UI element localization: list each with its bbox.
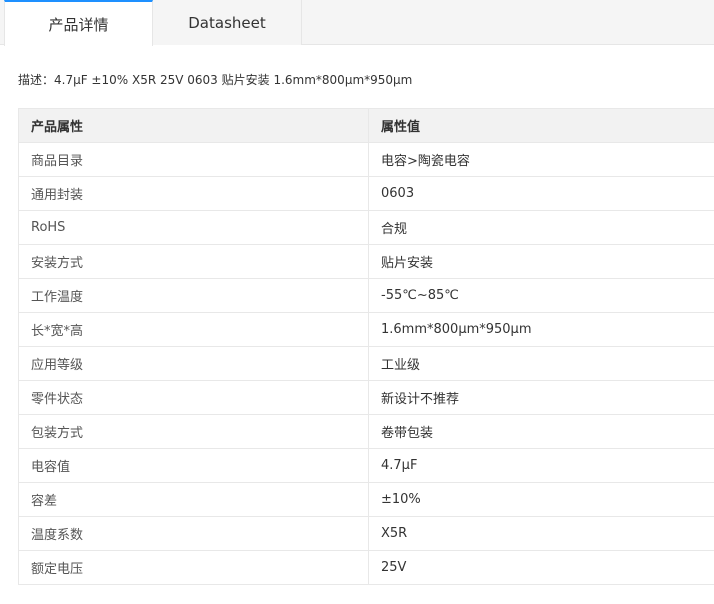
attribute-name: 容差	[18, 482, 369, 517]
table-header-row: 产品属性 属性值	[18, 108, 714, 143]
attribute-value: 合规	[368, 210, 714, 245]
attribute-value: 1.6mm*800μm*950μm	[368, 312, 714, 347]
table-row: 额定电压 25V	[18, 550, 714, 585]
tab-bar: 产品详情 Datasheet	[0, 0, 714, 46]
attribute-name: 温度系数	[18, 516, 369, 551]
tab-product-details[interactable]: 产品详情	[4, 0, 153, 46]
product-description: 描述：4.7μF ±10% X5R 25V 0603 贴片安装 1.6mm*80…	[18, 73, 413, 87]
table-row: 容差 ±10%	[18, 482, 714, 517]
attribute-name: 长*宽*高	[18, 312, 369, 347]
attribute-name: 商品目录	[18, 142, 369, 177]
attribute-name: 电容值	[18, 448, 369, 483]
attribute-name: 安装方式	[18, 244, 369, 279]
attribute-value: 工业级	[368, 346, 714, 381]
attribute-value: 新设计不推荐	[368, 380, 714, 415]
attribute-name: 零件状态	[18, 380, 369, 415]
table-row: 商品目录 电容>陶瓷电容	[18, 142, 714, 177]
table-row: 长*宽*高 1.6mm*800μm*950μm	[18, 312, 714, 347]
table-row: RoHS 合规	[18, 210, 714, 245]
tab-datasheet[interactable]: Datasheet	[153, 0, 302, 45]
attribute-value: 0603	[368, 176, 714, 211]
attribute-value: -55℃~85℃	[368, 278, 714, 313]
attribute-value: 25V	[368, 550, 714, 585]
table-row: 电容值 4.7μF	[18, 448, 714, 483]
attribute-value: 4.7μF	[368, 448, 714, 483]
attribute-value: ±10%	[368, 482, 714, 517]
attribute-value: 贴片安装	[368, 244, 714, 279]
attribute-name: 通用封装	[18, 176, 369, 211]
attributes-table: 产品属性 属性值 商品目录 电容>陶瓷电容 通用封装 0603 RoHS 合规 …	[18, 108, 714, 585]
attribute-name: 工作温度	[18, 278, 369, 313]
table-row: 通用封装 0603	[18, 176, 714, 211]
table-row: 包装方式 卷带包装	[18, 414, 714, 449]
attribute-value: 电容>陶瓷电容	[368, 142, 714, 177]
header-value: 属性值	[368, 108, 714, 143]
table-row: 工作温度 -55℃~85℃	[18, 278, 714, 313]
table-row: 零件状态 新设计不推荐	[18, 380, 714, 415]
attribute-name: RoHS	[18, 210, 369, 245]
table-row: 应用等级 工业级	[18, 346, 714, 381]
table-row: 温度系数 X5R	[18, 516, 714, 551]
attribute-name: 应用等级	[18, 346, 369, 381]
table-row: 安装方式 贴片安装	[18, 244, 714, 279]
attribute-value: 卷带包装	[368, 414, 714, 449]
attribute-value: X5R	[368, 516, 714, 551]
attribute-name: 包装方式	[18, 414, 369, 449]
attribute-name: 额定电压	[18, 550, 369, 585]
header-attribute: 产品属性	[18, 108, 369, 143]
